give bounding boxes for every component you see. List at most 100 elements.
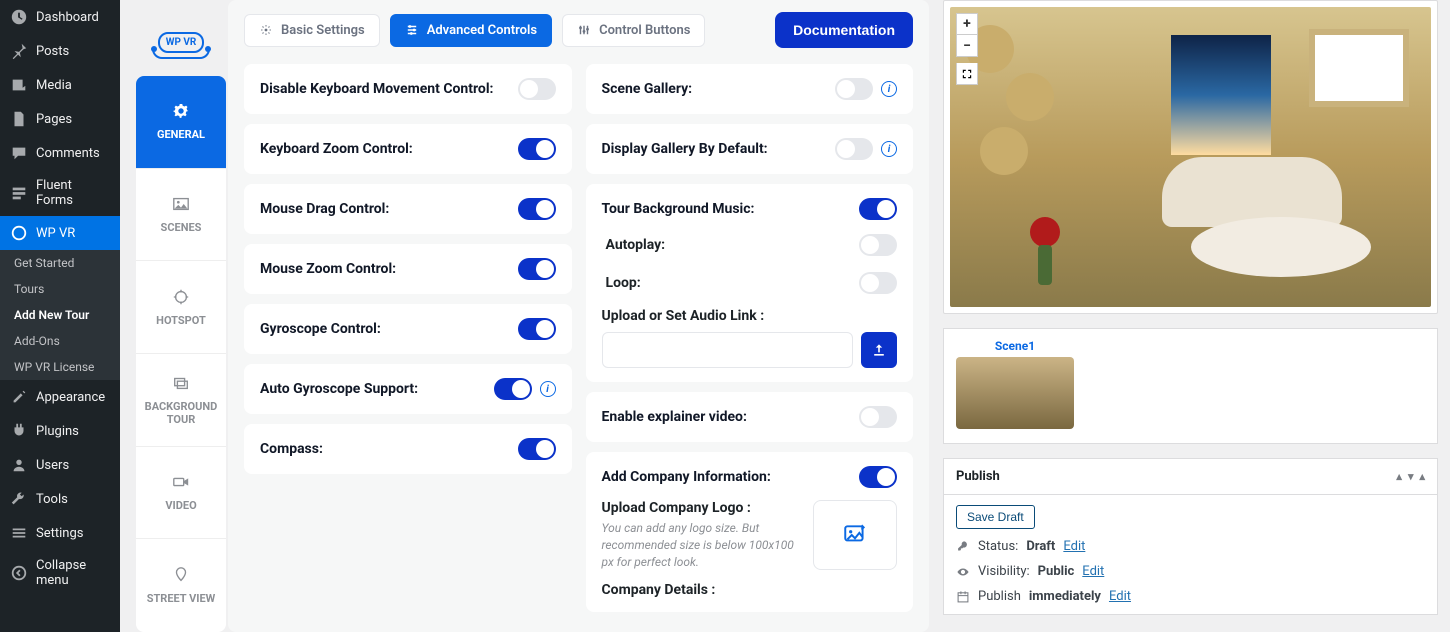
control-compass: Compass: (244, 424, 572, 474)
toggle-disable-keyboard[interactable] (518, 78, 556, 100)
menu-media[interactable]: Media (0, 68, 120, 102)
menu-label: Media (36, 78, 72, 93)
menu-fluent-forms[interactable]: Fluent Forms (0, 170, 120, 216)
menu-settings[interactable]: Settings (0, 516, 120, 550)
zoom-in-button[interactable]: + (956, 13, 978, 35)
submenu-get-started[interactable]: Get Started (0, 250, 120, 276)
control-disable-keyboard: Disable Keyboard Movement Control: (244, 64, 572, 114)
row-autoplay: Autoplay: (602, 232, 898, 258)
upload-logo-label: Upload Company Logo : (602, 500, 800, 516)
metabox-move-up[interactable]: ▴ (1396, 470, 1402, 483)
toggle-display-gallery-default[interactable] (835, 138, 873, 160)
upload-logo-box[interactable] (813, 500, 897, 570)
side-tab-general[interactable]: GENERAL (136, 76, 226, 169)
menu-dashboard[interactable]: Dashboard (0, 0, 120, 34)
scene-thumb-1[interactable]: Scene1 (956, 339, 1074, 429)
toggle-company-info[interactable] (859, 466, 897, 488)
menu-posts[interactable]: Posts (0, 34, 120, 68)
upload-audio-button[interactable] (861, 332, 897, 368)
toggle-loop[interactable] (859, 272, 897, 294)
menu-tools[interactable]: Tools (0, 482, 120, 516)
publish-title: Publish (956, 469, 1000, 484)
edit-publish-link[interactable]: Edit (1109, 589, 1131, 604)
tab-control-buttons[interactable]: Control Buttons (562, 14, 705, 47)
menu-label: WP VR (36, 226, 75, 241)
wpvr-logo: WP VR (151, 18, 211, 66)
info-icon[interactable]: i (881, 81, 897, 97)
video-icon (172, 473, 190, 491)
user-icon (10, 456, 28, 474)
tab-basic-settings[interactable]: Basic Settings (244, 14, 380, 47)
submenu-license[interactable]: WP VR License (0, 354, 120, 380)
metabox-move-down[interactable]: ▾ (1408, 470, 1414, 483)
brush-icon (10, 388, 28, 406)
image-icon (172, 195, 190, 213)
sliders-icon (10, 524, 28, 542)
menu-appearance[interactable]: Appearance (0, 380, 120, 414)
toggle-keyboard-zoom[interactable] (518, 138, 556, 160)
edit-status-link[interactable]: Edit (1063, 539, 1085, 554)
submenu-add-new-tour[interactable]: Add New Tour (0, 302, 120, 328)
control-scene-gallery: Scene Gallery: i (586, 64, 914, 114)
submenu-addons[interactable]: Add-Ons (0, 328, 120, 354)
side-tab-video[interactable]: VIDEO (136, 447, 226, 540)
side-tab-scenes[interactable]: SCENES (136, 169, 226, 262)
publish-label: Publish (978, 589, 1021, 604)
toggle-compass[interactable] (518, 438, 556, 460)
side-tabs: GENERAL SCENES HOTSPOT BACKGROUND TOUR V… (136, 76, 226, 632)
documentation-button[interactable]: Documentation (775, 12, 913, 48)
save-draft-button[interactable]: Save Draft (956, 505, 1035, 529)
control-auto-gyroscope: Auto Gyroscope Support: i (244, 364, 572, 414)
menu-label: Settings (36, 526, 83, 541)
side-tab-label: SCENES (161, 221, 202, 234)
layers-icon (172, 374, 190, 392)
status-value: Draft (1026, 539, 1055, 554)
side-tab-street-view[interactable]: STREET VIEW (136, 539, 226, 632)
gear-icon (259, 23, 273, 37)
scene-thumbnails: Scene1 (943, 328, 1438, 444)
status-label: Status: (978, 539, 1018, 554)
toggle-scene-gallery[interactable] (835, 78, 873, 100)
menu-pages[interactable]: Pages (0, 102, 120, 136)
control-label: Enable explainer video: (602, 409, 747, 425)
side-tab-hotspot[interactable]: HOTSPOT (136, 261, 226, 354)
tab-label: Basic Settings (281, 23, 365, 38)
publish-value: immediately (1029, 589, 1101, 604)
toggle-auto-gyroscope[interactable] (494, 378, 532, 400)
control-label: Auto Gyroscope Support: (260, 381, 418, 397)
fullscreen-icon (961, 68, 973, 80)
toggle-autoplay[interactable] (859, 234, 897, 256)
publish-schedule-row: Publish immediately Edit (956, 589, 1425, 604)
menu-collapse[interactable]: Collapse menu (0, 550, 120, 596)
info-icon[interactable]: i (881, 141, 897, 157)
metabox-toggle[interactable]: ▴ (1419, 470, 1425, 483)
side-tab-background-tour[interactable]: BACKGROUND TOUR (136, 354, 226, 447)
wp-vr-submenu: Get Started Tours Add New Tour Add-Ons W… (0, 250, 120, 380)
menu-comments[interactable]: Comments (0, 136, 120, 170)
audio-link-input[interactable] (602, 332, 854, 368)
toggle-explainer-video[interactable] (859, 406, 897, 428)
info-icon[interactable]: i (540, 381, 556, 397)
toggle-background-music[interactable] (859, 198, 897, 220)
toggle-mouse-drag[interactable] (518, 198, 556, 220)
tab-label: Advanced Controls (427, 23, 537, 38)
fullscreen-button[interactable] (956, 63, 978, 85)
control-gyroscope: Gyroscope Control: (244, 304, 572, 354)
side-tab-label: HOTSPOT (156, 314, 206, 327)
side-tab-label: GENERAL (157, 128, 205, 141)
control-explainer-video: Enable explainer video: (586, 392, 914, 442)
menu-users[interactable]: Users (0, 448, 120, 482)
menu-wp-vr[interactable]: WP VR (0, 216, 120, 250)
menu-plugins[interactable]: Plugins (0, 414, 120, 448)
toggle-gyroscope[interactable] (518, 318, 556, 340)
eye-icon (956, 565, 970, 579)
tab-advanced-controls[interactable]: Advanced Controls (390, 14, 552, 47)
control-label: Keyboard Zoom Control: (260, 141, 413, 157)
menu-label: Plugins (36, 424, 79, 439)
control-mouse-drag: Mouse Drag Control: (244, 184, 572, 234)
zoom-out-button[interactable]: − (956, 35, 978, 57)
submenu-tours[interactable]: Tours (0, 276, 120, 302)
toggle-mouse-zoom[interactable] (518, 258, 556, 280)
edit-visibility-link[interactable]: Edit (1082, 564, 1104, 579)
panorama-viewer[interactable]: + − (950, 7, 1431, 307)
